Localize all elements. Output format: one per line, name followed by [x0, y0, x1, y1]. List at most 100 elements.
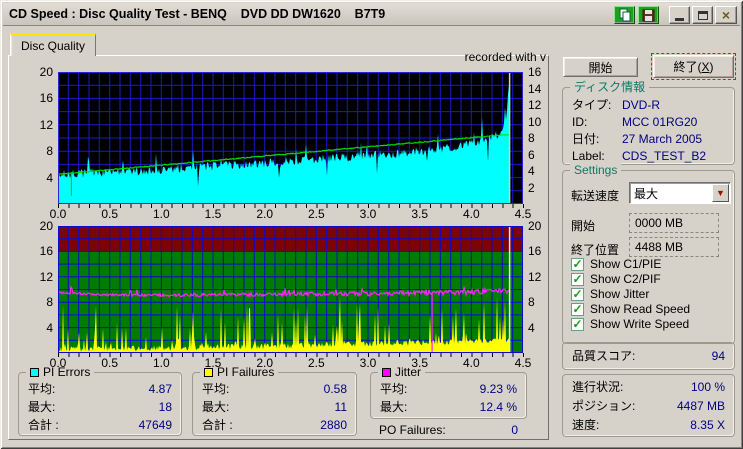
axis-tick-label: 16	[39, 244, 53, 259]
axis-tick-label: 4	[46, 320, 53, 335]
axis-tick-label: 2.0	[256, 207, 273, 221]
axis-tick-label: 12	[39, 117, 53, 132]
pi-errors-statbox: PI Errors 平均: 4.87 最大: 18 合計 :47649	[18, 365, 182, 436]
axis-tick-label: 16	[528, 244, 542, 259]
stat-row: 平均: 4.87	[28, 382, 172, 396]
minimize-button[interactable]	[669, 6, 690, 24]
axis-tick-label: 0.5	[101, 356, 118, 370]
axis-tick-label: 2.5	[307, 207, 325, 221]
pi-errors-swatch-icon	[30, 367, 39, 377]
settings-title: Settings	[570, 163, 622, 177]
axis-tick-label: 8	[528, 131, 535, 145]
checkbox-show-jitter[interactable]: ✓ Show Jitter	[571, 287, 649, 301]
axis-tick-label: 0.5	[101, 207, 118, 221]
axis-tick-label: 2.0	[256, 356, 273, 370]
stat-row: 平均: 0.58	[202, 382, 347, 396]
checkmark-icon: ✓	[571, 286, 584, 301]
axis-tick-label: 4	[46, 170, 53, 185]
speed-label: 転送速度	[571, 189, 620, 203]
jitter-statbox: Jitter 平均: 9.23 % 最大: 12.4 %	[370, 365, 527, 419]
stat-row: 最大: 12.4 %	[380, 400, 517, 414]
save-button[interactable]	[638, 6, 659, 24]
pi-failures-chart	[57, 226, 523, 353]
disc-info-row: ID: MCC 01RG20	[572, 115, 698, 129]
axis-tick-label: 8	[46, 144, 53, 159]
stat-row: 最大: 18	[28, 400, 172, 414]
pi-failures-statbox: PI Failures 平均: 0.58 最大: 11 合計 :2880	[192, 365, 357, 436]
axis-tick-label: 1.0	[152, 207, 170, 221]
quality-score-group: 品質スコア: 94	[562, 342, 735, 370]
minimize-icon	[675, 18, 684, 21]
axis-tick-label: 12	[39, 269, 53, 284]
x-axis-ticks-top-chart	[58, 204, 524, 208]
maximize-icon	[697, 10, 708, 20]
checkmark-icon: ✓	[571, 316, 584, 331]
pi-failures-and-jitter-vs-disc-position-svg	[57, 226, 523, 353]
tab-disc-quality[interactable]: Disc Quality	[10, 33, 96, 56]
axis-tick-label: 3.0	[359, 356, 377, 370]
axis-tick-label: 6	[528, 147, 535, 162]
axis-tick-label: 2	[528, 180, 535, 195]
recorded-with-note: recorded with v	[464, 50, 546, 64]
checkmark-icon: ✓	[571, 256, 584, 271]
speed-row: 速度: 8.35 X	[572, 418, 725, 432]
axis-tick-label: 1.5	[204, 356, 222, 370]
axis-tick-label: 20	[528, 219, 542, 233]
axis-tick-label: 16	[528, 65, 542, 79]
x-axis-ticks-bottom-chart	[58, 353, 524, 357]
axis-tick-label: 4.0	[462, 356, 480, 370]
copy-button[interactable]	[614, 6, 635, 24]
po-failures-row: PO Failures: 0	[379, 423, 518, 437]
app-window: CD Speed : Disc Quality Test - BENQ DVD …	[0, 0, 743, 449]
disc-info-group: ディスク情報 タイプ: DVD-R ID: MCC 01RG20 日付: 27 Mar…	[562, 80, 735, 165]
axis-tick-label: 4	[528, 164, 535, 178]
axis-tick-label: 1.5	[204, 207, 222, 221]
axis-tick-label: 8	[46, 295, 53, 310]
exit-button[interactable]: 終了(X)	[651, 53, 736, 80]
axis-tick-label: 12	[528, 98, 542, 112]
settings-group: Settings 転送速度 最大 ▼ 開始 0000 MB 終了位置 4488 …	[562, 163, 735, 344]
axis-tick-label: 16	[39, 91, 53, 106]
close-button[interactable]: ×	[715, 6, 737, 24]
jitter-swatch-icon	[382, 367, 391, 377]
save-icon	[642, 9, 655, 21]
axis-tick-label: 1.0	[152, 356, 170, 370]
end-position-label: 終了位置	[571, 243, 620, 257]
close-icon: ×	[721, 7, 731, 23]
window-title: CD Speed : Disc Quality Test - BENQ DVD …	[9, 7, 386, 21]
disc-info-title: ディスク情報	[570, 80, 650, 94]
start-position-label: 開始	[571, 219, 596, 233]
progress-row: 進行状況: 100 %	[572, 380, 725, 394]
maximize-button[interactable]	[692, 6, 713, 24]
end-position-input[interactable]: 4488 MB	[629, 237, 719, 257]
axis-tick-label: 0.0	[49, 356, 67, 370]
stat-row: 合計 :2880	[202, 418, 347, 432]
axis-tick-label: 3.0	[359, 207, 377, 221]
speed-selected-value: 最大	[634, 187, 659, 201]
stat-row: 平均: 9.23 %	[380, 382, 517, 396]
axis-tick-label: 14	[528, 81, 542, 96]
checkbox-show-c2-pif[interactable]: ✓ Show C2/PIF	[571, 272, 661, 286]
stat-row: 合計 :47649	[28, 418, 172, 432]
disc-info-row: 日付: 27 March 2005	[572, 132, 703, 146]
disc-info-row: タイプ: DVD-R	[572, 98, 660, 112]
stat-row: 最大: 11	[202, 400, 347, 414]
axis-tick-label: 10	[528, 114, 542, 129]
axis-tick-label: 8	[528, 295, 535, 310]
pi-errors-chart	[57, 72, 523, 204]
checkbox-show-read-speed[interactable]: ✓ Show Read Speed	[571, 302, 690, 316]
speed-select[interactable]: 最大 ▼	[629, 182, 731, 204]
checkmark-icon: ✓	[571, 271, 584, 286]
start-position-input[interactable]: 0000 MB	[629, 213, 719, 233]
checkbox-show-c1-pie[interactable]: ✓ Show C1/PIE	[571, 257, 661, 271]
axis-tick-label: 20	[39, 219, 53, 233]
start-button[interactable]: 開始	[563, 57, 638, 77]
axis-tick-label: 3.5	[411, 356, 428, 370]
axis-tick-label: 12	[528, 269, 542, 284]
pi-errors-vs-disc-position-svg	[57, 72, 523, 204]
tab-label: Disc Quality	[20, 39, 85, 53]
chevron-down-icon[interactable]: ▼	[712, 184, 729, 202]
checkbox-show-write-speed[interactable]: ✓ Show Write Speed	[571, 317, 689, 331]
axis-tick-label: 3.5	[411, 207, 428, 221]
axis-tick-label: 4.5	[514, 356, 532, 370]
